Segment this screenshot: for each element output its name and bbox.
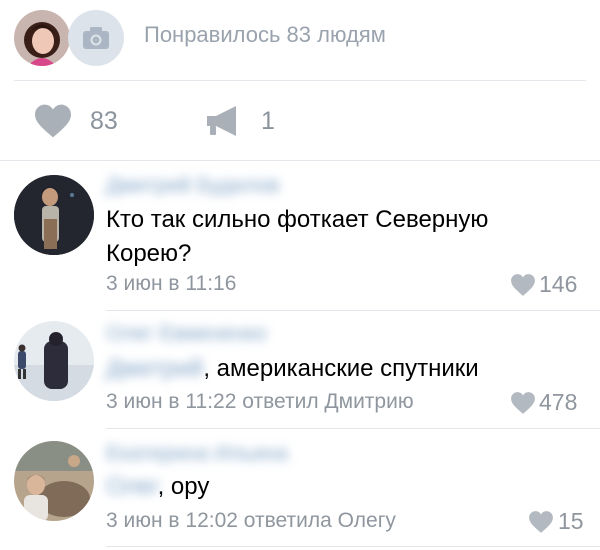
camera-icon bbox=[83, 27, 109, 49]
reply-to-name[interactable]: Олег bbox=[106, 473, 158, 500]
like-button[interactable] bbox=[32, 103, 74, 144]
camera-avatar[interactable] bbox=[68, 10, 124, 66]
comment-like-button[interactable] bbox=[510, 273, 536, 302]
comment-meta[interactable]: 3 июн в 12:02 ответила Олегу bbox=[106, 509, 396, 533]
divider bbox=[106, 546, 600, 547]
comment-body: , американские спутники bbox=[203, 355, 479, 382]
megaphone-icon bbox=[207, 106, 236, 136]
comment-like-button[interactable] bbox=[528, 510, 554, 539]
comment-author[interactable]: Екатерина Ильина bbox=[106, 442, 288, 466]
comment-author[interactable]: Олег Евмененко bbox=[106, 322, 267, 346]
heart-icon bbox=[35, 104, 71, 138]
like-count: 83 bbox=[90, 107, 118, 135]
comment-like-count: 146 bbox=[539, 271, 578, 297]
comment-author[interactable]: Дмитрий Будилов bbox=[106, 174, 279, 198]
comment-text: Олег, ору bbox=[106, 470, 209, 504]
divider bbox=[106, 428, 600, 429]
repost-count: 1 bbox=[261, 107, 275, 135]
comment-avatar[interactable] bbox=[14, 441, 94, 521]
comment-avatar[interactable] bbox=[14, 175, 94, 255]
comment-like-button[interactable] bbox=[510, 391, 536, 420]
comment-avatar[interactable] bbox=[14, 321, 94, 401]
comment-body: , ору bbox=[157, 473, 210, 500]
comment-text: Кто так сильно фоткает Северную Корею? bbox=[106, 206, 489, 267]
heart-icon bbox=[511, 392, 535, 414]
divider bbox=[0, 160, 600, 161]
reply-to-name[interactable]: Дмитрий bbox=[106, 355, 203, 382]
heart-icon bbox=[511, 274, 535, 296]
likes-summary-text[interactable]: Понравилось 83 людям bbox=[144, 22, 386, 48]
repost-button[interactable] bbox=[204, 104, 242, 143]
liker-avatar[interactable] bbox=[14, 10, 70, 66]
divider bbox=[14, 80, 586, 81]
comment-text: Дмитрий, американские спутники bbox=[106, 352, 479, 386]
comment-meta[interactable]: 3 июн в 11:22 ответил Дмитрию bbox=[106, 390, 414, 414]
comment-meta[interactable]: 3 июн в 11:16 bbox=[106, 272, 236, 296]
divider bbox=[106, 310, 600, 311]
comment-like-count: 478 bbox=[539, 389, 578, 415]
comment-like-count: 15 bbox=[558, 508, 584, 534]
heart-icon bbox=[529, 511, 553, 533]
